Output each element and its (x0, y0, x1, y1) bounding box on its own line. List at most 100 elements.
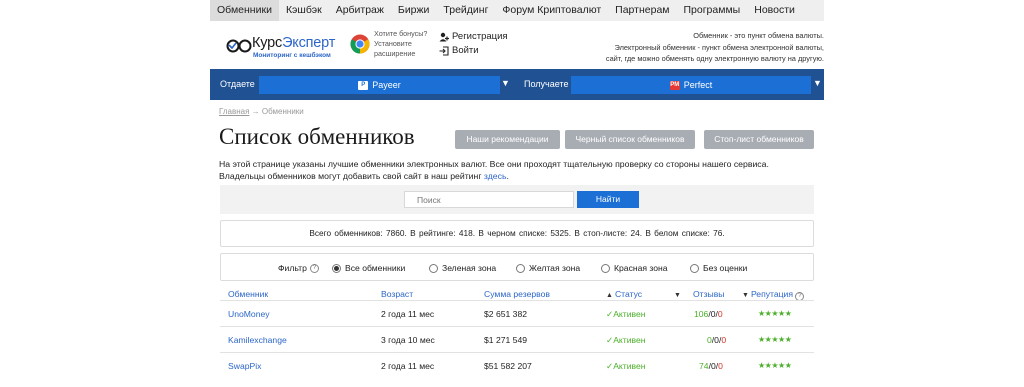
main-column: Обменники Кэшбэк Арбитраж Биржи Трейдинг… (210, 0, 824, 387)
radio-button-selected[interactable] (332, 263, 341, 273)
get-label: Получаете (524, 79, 569, 89)
description-line-2: Электронный обменник - пункт обмена элек… (614, 42, 825, 52)
auth-links: Регистрация Войти (439, 30, 508, 58)
sort-up-icon: ▲ (606, 292, 613, 299)
reputation-stars-icon: ★★★★★ (758, 335, 792, 344)
page: Обменники Кэшбэк Арбитраж Биржи Трейдинг… (0, 0, 1024, 387)
filter-option-all[interactable]: Все обменники (332, 263, 405, 273)
radio-button[interactable] (601, 263, 610, 273)
sort-down-icon[interactable]: ▼ (674, 289, 683, 299)
register-link[interactable]: Регистрация (439, 30, 508, 44)
page-title: Список обменников (219, 124, 415, 149)
table-row[interactable]: UnoMoney 2 года 11 мес $2 651 382 ✓Актив… (220, 300, 814, 326)
breadcrumb-current: Обменники (261, 107, 304, 116)
column-header-name[interactable]: Обменник (228, 289, 268, 299)
intro-line-1: На этой странице указаны лучшие обменник… (219, 159, 769, 169)
recommendations-button[interactable]: Наши рекомендации (455, 130, 560, 149)
breadcrumb-separator: → (249, 107, 262, 116)
give-currency-value: Payeer (372, 80, 401, 90)
nav-item-cashback[interactable]: Кэшбэк (279, 0, 329, 21)
status-badge: ✓Активен (606, 309, 646, 319)
exchange-bar: Отдаете P Payeer ▼ Получаете PM Perfect … (210, 69, 824, 100)
site-header: КурсЭксперт Мониторинг с кешбэком Хотите… (210, 21, 824, 69)
radio-button[interactable] (516, 263, 525, 273)
status-badge: ✓Активен (606, 335, 646, 345)
login-link[interactable]: Войти (439, 44, 508, 58)
chrome-icon[interactable] (350, 34, 370, 54)
filter-option-label: Без оценки (703, 263, 748, 273)
reviews-count[interactable]: 106/0/0 (694, 309, 723, 319)
column-header-age[interactable]: Возраст (381, 289, 413, 299)
description-line-3: сайт, где можно обменять одну электронну… (605, 54, 824, 63)
stoplist-button[interactable]: Стоп-лист обменников (704, 130, 814, 149)
perfect-money-icon: PM (669, 80, 680, 90)
column-header-status[interactable]: ▲ Статус (606, 289, 642, 299)
header-description: Обменник - это пункт обмена валюты. Элек… (554, 30, 824, 65)
login-icon (439, 46, 449, 56)
filter-option-label: Зеленая зона (442, 263, 497, 273)
filter-option-label: Все обменники (345, 263, 406, 273)
table-header: Обменник Возраст Сумма резервов ▲ Статус … (220, 287, 814, 301)
radio-button[interactable] (690, 263, 699, 273)
top-navigation: Обменники Кэшбэк Арбитраж Биржи Трейдинг… (210, 0, 824, 21)
nav-item-exchangers[interactable]: Обменники (210, 0, 279, 21)
description-line-1: Обменник - это пункт обмена валюты. (693, 31, 824, 40)
reputation-stars-icon: ★★★★★ (758, 361, 792, 370)
give-dropdown-arrow-icon[interactable]: ▼ (501, 78, 510, 88)
glasses-icon (226, 39, 252, 53)
site-logo[interactable]: КурсЭксперт Мониторинг с кешбэком (226, 33, 346, 63)
radio-button[interactable] (429, 263, 438, 273)
filter-option-green[interactable]: Зеленая зона (429, 263, 496, 273)
nav-item-arbitrage[interactable]: Арбитраж (329, 0, 391, 21)
add-site-link[interactable]: здесь (484, 171, 507, 181)
filter-option-label: Желтая зона (529, 263, 581, 273)
reviews-count[interactable]: 74/0/0 (699, 361, 723, 371)
filter-option-red[interactable]: Красная зона (601, 263, 668, 273)
exchanger-reserves: $1 271 549 (484, 335, 528, 345)
table-row[interactable]: Kamilexchange 3 года 10 мес $1 271 549 ✓… (220, 326, 814, 352)
exchanger-name-link[interactable]: Kamilexchange (228, 335, 287, 345)
blacklist-button[interactable]: Черный список обменников (565, 130, 695, 149)
filter-option-unrated[interactable]: Без оценки (690, 263, 747, 273)
exchanger-reserves: $51 582 207 (484, 361, 532, 371)
nav-item-news[interactable]: Новости (747, 0, 802, 21)
give-currency-select[interactable]: P Payeer (259, 76, 500, 94)
search-panel: Найти (220, 185, 814, 214)
table-row[interactable]: SwapPix 2 года 11 мес $51 582 207 ✓Актив… (220, 352, 814, 378)
breadcrumb-home[interactable]: Главная (219, 107, 249, 116)
give-label: Отдаете (220, 79, 255, 89)
exchanger-age: 3 года 10 мес (381, 335, 435, 345)
filter-option-yellow[interactable]: Желтая зона (516, 263, 580, 273)
exchanger-name-link[interactable]: UnoMoney (228, 309, 270, 319)
exchanger-name-link[interactable]: SwapPix (228, 361, 261, 371)
search-input[interactable] (404, 191, 574, 208)
filter-label: Фильтр ? (278, 263, 319, 273)
nav-item-programs[interactable]: Программы (677, 0, 748, 21)
column-header-reviews[interactable]: Отзывы (693, 289, 724, 299)
filter-panel: Фильтр ? Все обменники Зеленая зона Желт… (220, 253, 814, 281)
column-header-reserves[interactable]: Сумма резервов (484, 289, 550, 299)
promo-line-1: Хотите бонусы? (374, 29, 428, 38)
user-add-icon (439, 32, 449, 42)
get-currency-select[interactable]: PM Perfect (571, 76, 811, 94)
filter-label-text: Фильтр (278, 263, 307, 273)
reviews-count[interactable]: 0/0/0 (707, 335, 726, 345)
register-label: Регистрация (452, 31, 508, 42)
breadcrumb: Главная → Обменники (219, 107, 304, 116)
payeer-icon: P (358, 80, 369, 90)
get-dropdown-arrow-icon[interactable]: ▼ (813, 78, 822, 88)
stats-panel: Всего обменников: 7860. В рейтинге: 418.… (220, 220, 814, 247)
search-button[interactable]: Найти (577, 191, 639, 208)
nav-item-exchanges[interactable]: Биржи (391, 0, 437, 21)
nav-item-partners[interactable]: Партнерам (608, 0, 676, 21)
logo-tagline: Мониторинг с кешбэком (253, 52, 331, 59)
help-icon[interactable]: ? (309, 263, 319, 273)
sort-down-icon: ▼ (742, 292, 749, 299)
promo-line-2: Установите (374, 39, 412, 48)
nav-item-trading[interactable]: Трейдинг (436, 0, 495, 21)
extension-promo[interactable]: Хотите бонусы? Установите расширение (374, 29, 427, 59)
logo-text: КурсЭксперт (252, 35, 336, 51)
exchanger-age: 2 года 11 мес (381, 361, 435, 371)
nav-item-forum[interactable]: Форум Криптовалют (495, 0, 608, 21)
filter-option-label: Красная зона (614, 263, 668, 273)
